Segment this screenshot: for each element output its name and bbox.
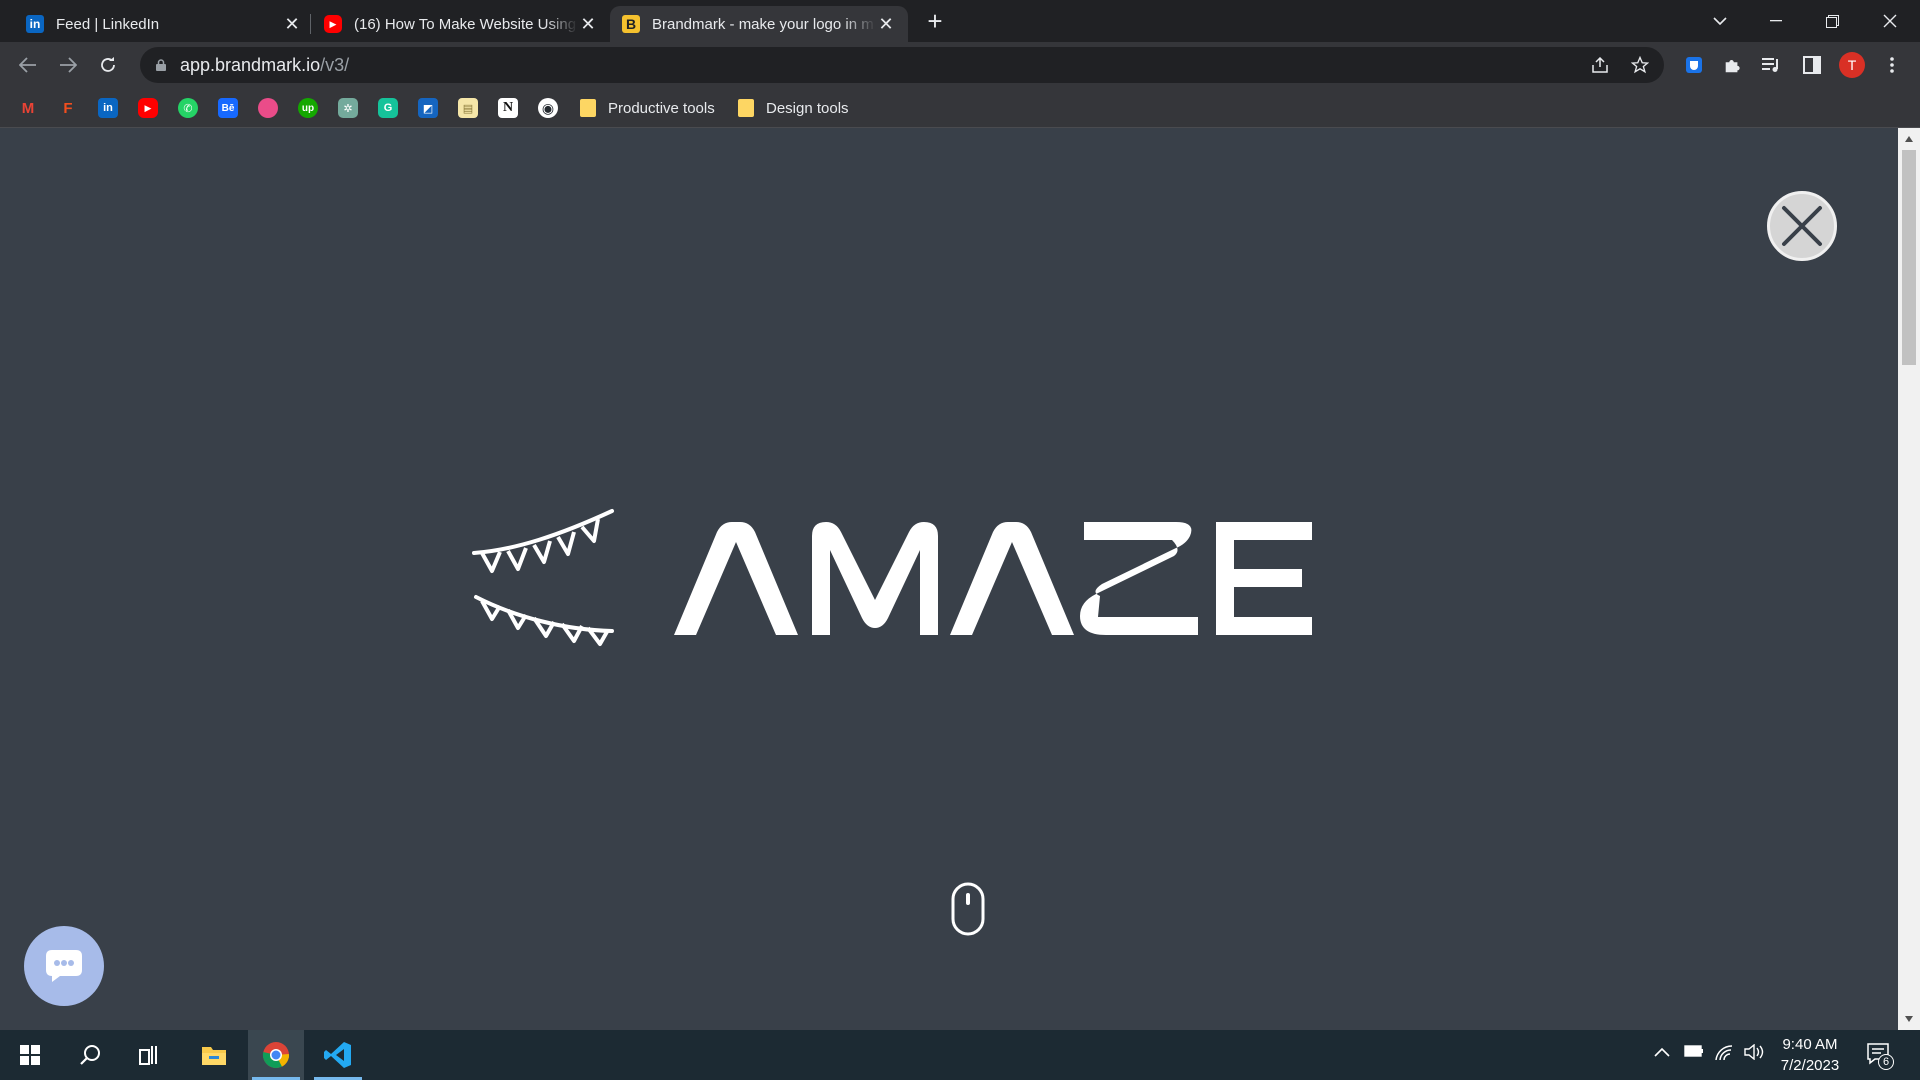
- browser-toolbar: app.brandmark.io/v3/ T: [0, 42, 1920, 88]
- gmail-icon[interactable]: M: [18, 98, 38, 118]
- tab-divider: [310, 14, 311, 34]
- tab-title: (16) How To Make Website Using: [354, 15, 577, 33]
- folder-icon: [738, 99, 754, 117]
- close-window-button[interactable]: [1862, 0, 1918, 42]
- tab-youtube[interactable]: ▶ (16) How To Make Website Using ✕: [312, 6, 610, 42]
- notification-count-badge: 6: [1878, 1054, 1894, 1070]
- scrollbar-thumb[interactable]: [1902, 150, 1916, 365]
- folder-label: Design tools: [766, 99, 849, 117]
- windows-start-icon[interactable]: [2, 1030, 58, 1080]
- minimize-button[interactable]: [1748, 0, 1804, 42]
- close-tab-icon[interactable]: ✕: [578, 14, 598, 35]
- close-tab-icon[interactable]: ✕: [282, 14, 302, 35]
- reload-button[interactable]: [92, 49, 124, 81]
- bookmark-folder-productive-tools[interactable]: Productive tools: [580, 96, 715, 120]
- chat-widget-button[interactable]: [24, 926, 104, 1006]
- windows-taskbar: 9:40 AM 7/2/2023 6: [0, 1030, 1920, 1080]
- bookmark-star-icon[interactable]: [1624, 49, 1656, 81]
- tab-search-chevron-icon[interactable]: [1692, 0, 1748, 42]
- tab-brandmark[interactable]: B Brandmark - make your logo in m ✕: [610, 6, 908, 42]
- grammarly-icon[interactable]: G: [378, 98, 398, 118]
- brandmark-icon: B: [622, 15, 640, 33]
- app-icon[interactable]: ◩: [418, 98, 438, 118]
- task-view-icon[interactable]: [122, 1030, 178, 1080]
- github-icon[interactable]: ◉: [538, 98, 558, 118]
- lock-icon[interactable]: [156, 59, 166, 71]
- dribbble-icon[interactable]: ●: [258, 98, 278, 118]
- figma-icon[interactable]: F: [58, 98, 78, 118]
- notes-icon[interactable]: ▤: [458, 98, 478, 118]
- tab-title: Feed | LinkedIn: [56, 15, 160, 33]
- notification-center-icon[interactable]: 6: [1866, 1042, 1894, 1073]
- folder-label: Productive tools: [608, 99, 715, 117]
- scroll-mouse-icon: [951, 882, 985, 936]
- scroll-up-arrow-icon[interactable]: [1905, 136, 1913, 142]
- close-tab-icon[interactable]: ✕: [876, 14, 896, 35]
- vscode-taskbar-icon[interactable]: [310, 1030, 366, 1080]
- whatsapp-icon[interactable]: ✆: [178, 98, 198, 118]
- youtube-icon[interactable]: ▶: [138, 98, 158, 118]
- search-icon[interactable]: [62, 1030, 118, 1080]
- behance-icon[interactable]: Bē: [218, 98, 238, 118]
- avatar: T: [1839, 52, 1865, 78]
- bookmark-folder-design-tools[interactable]: Design tools: [738, 96, 849, 120]
- network-icon[interactable]: [1714, 1044, 1734, 1065]
- notion-icon[interactable]: N: [498, 98, 518, 118]
- restore-button[interactable]: [1804, 0, 1860, 42]
- file-explorer-icon[interactable]: [186, 1030, 242, 1080]
- address-bar[interactable]: app.brandmark.io/v3/: [140, 47, 1664, 83]
- system-clock[interactable]: 9:40 AM 7/2/2023: [1772, 1034, 1848, 1076]
- folder-icon: [580, 99, 596, 117]
- chat-icon: [46, 950, 82, 982]
- share-icon[interactable]: [1584, 49, 1616, 81]
- logo-wordmark: [670, 522, 1450, 638]
- clock-date: 7/2/2023: [1780, 1057, 1840, 1074]
- tab-linkedin[interactable]: in Feed | LinkedIn ✕: [14, 6, 314, 42]
- close-preview-button[interactable]: [1767, 191, 1837, 261]
- scroll-down-arrow-icon[interactable]: [1905, 1016, 1913, 1022]
- volume-icon[interactable]: [1744, 1043, 1766, 1065]
- extension-shield-icon[interactable]: [1678, 49, 1710, 81]
- youtube-icon: ▶: [324, 15, 342, 33]
- new-tab-button[interactable]: +: [920, 6, 950, 36]
- bunting-logo-icon: [470, 505, 620, 655]
- tab-title: Brandmark - make your logo in m: [652, 15, 874, 33]
- url-text[interactable]: app.brandmark.io/v3/: [180, 55, 349, 76]
- chatgpt-icon[interactable]: ✲: [338, 98, 358, 118]
- linkedin-icon: in: [26, 15, 44, 33]
- battery-icon[interactable]: [1684, 1044, 1704, 1062]
- close-icon: [1782, 206, 1822, 246]
- clock-time: 9:40 AM: [1782, 1036, 1838, 1053]
- tab-strip: in Feed | LinkedIn ✕ ▶ (16) How To Make …: [0, 0, 1920, 42]
- linkedin-icon[interactable]: in: [98, 98, 118, 118]
- extensions-puzzle-icon[interactable]: [1716, 49, 1748, 81]
- bookmarks-bar: M F in ▶ ✆ Bē ● up ✲ G ◩ ▤ N ◉ Productiv…: [0, 88, 1920, 128]
- chrome-taskbar-icon[interactable]: [248, 1030, 304, 1080]
- forward-button[interactable]: [52, 49, 84, 81]
- back-button[interactable]: [12, 49, 44, 81]
- media-control-icon[interactable]: [1756, 49, 1788, 81]
- side-panel-icon[interactable]: [1796, 49, 1828, 81]
- profile-avatar[interactable]: T: [1836, 49, 1868, 81]
- upwork-icon[interactable]: up: [298, 98, 318, 118]
- chrome-menu-icon[interactable]: [1876, 49, 1908, 81]
- chevron-up-icon[interactable]: [1654, 1044, 1670, 1062]
